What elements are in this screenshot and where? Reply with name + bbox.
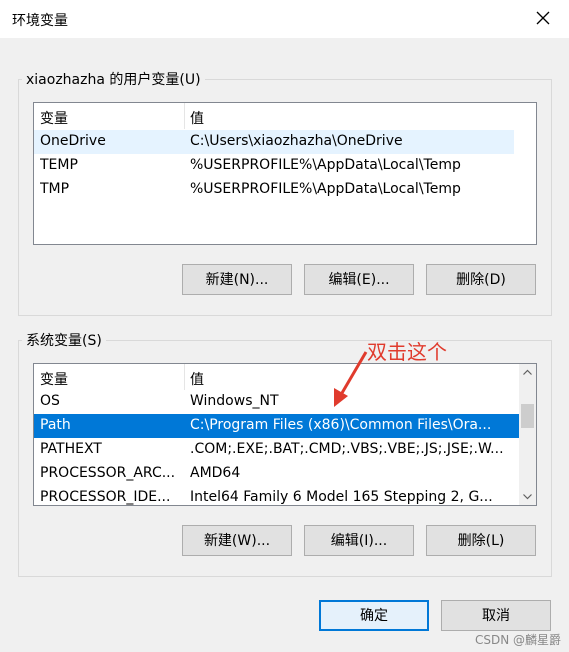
scroll-down-arrow-icon[interactable] <box>519 488 536 505</box>
system-variables-legend: 系统变量(S) <box>22 330 106 350</box>
list-item[interactable]: PATHEXT .COM;.EXE;.BAT;.CMD;.VBS;.VBE;.J… <box>34 438 519 462</box>
list-item[interactable]: PROCESSOR_IDE... Intel64 Family 6 Model … <box>34 486 519 505</box>
scroll-up-arrow-icon[interactable] <box>519 364 536 381</box>
list-item[interactable]: TEMP %USERPROFILE%\AppData\Local\Temp <box>34 154 536 178</box>
vertical-scrollbar[interactable] <box>519 364 536 505</box>
header-variable[interactable]: 变量 <box>40 108 68 128</box>
system-variables-list[interactable]: 变量 值 OS Windows_NT Path C:\Program Files… <box>33 363 537 506</box>
close-icon[interactable] <box>531 6 555 30</box>
list-item[interactable]: PROCESSOR_ARC... AMD64 <box>34 462 519 486</box>
user-variables-list[interactable]: 变量 值 OneDrive C:\Users\xiaozhazha\OneDri… <box>33 102 537 245</box>
system-edit-button[interactable]: 编辑(I)... <box>304 525 414 556</box>
system-new-button[interactable]: 新建(W)... <box>182 525 292 556</box>
system-delete-button[interactable]: 删除(L) <box>426 525 536 556</box>
list-item-selected[interactable]: Path C:\Program Files (x86)\Common Files… <box>34 414 519 438</box>
list-header: 变量 值 <box>34 364 519 390</box>
annotation-text: 双击这个 <box>367 340 447 364</box>
title-bar: 环境变量 <box>0 0 569 38</box>
list-header: 变量 值 <box>34 103 536 129</box>
user-variables-legend: xiaozhazha 的用户变量(U) <box>22 69 205 89</box>
cancel-button[interactable]: 取消 <box>441 600 551 631</box>
user-new-button[interactable]: 新建(N)... <box>182 264 292 295</box>
header-variable[interactable]: 变量 <box>40 369 68 389</box>
window-title: 环境变量 <box>12 13 68 29</box>
ok-button[interactable]: 确定 <box>319 600 429 631</box>
header-value[interactable]: 值 <box>190 369 204 389</box>
scrollbar-thumb[interactable] <box>521 404 534 428</box>
watermark: CSDN @麟星爵 <box>474 633 561 647</box>
user-edit-button[interactable]: 编辑(E)... <box>304 264 414 295</box>
user-delete-button[interactable]: 删除(D) <box>426 264 536 295</box>
list-item[interactable]: TMP %USERPROFILE%\AppData\Local\Temp <box>34 178 536 202</box>
list-item[interactable]: OneDrive C:\Users\xiaozhazha\OneDrive <box>34 130 514 154</box>
list-item[interactable]: OS Windows_NT <box>34 390 519 414</box>
header-value[interactable]: 值 <box>190 108 204 128</box>
